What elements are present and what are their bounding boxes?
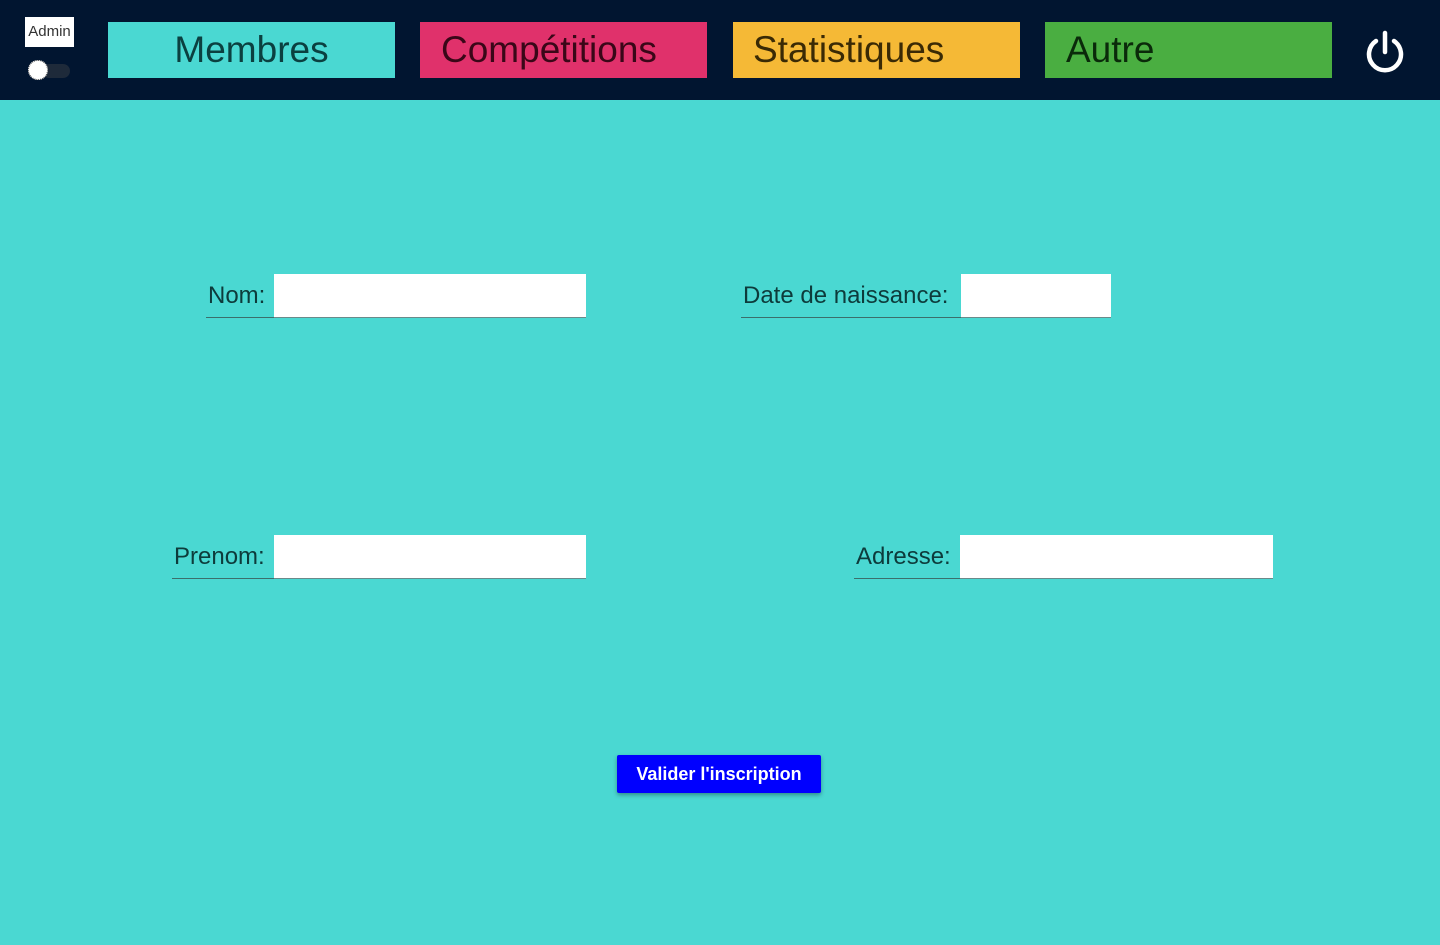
admin-toggle[interactable] (28, 60, 72, 82)
date-naissance-label: Date de naissance: (741, 274, 961, 318)
nom-label: Nom: (206, 274, 274, 318)
adresse-input[interactable] (960, 535, 1273, 579)
nav-competitions-button[interactable]: Compétitions (420, 22, 707, 78)
prenom-label: Prenom: (172, 535, 274, 579)
date-naissance-input[interactable] (961, 274, 1111, 318)
nom-input[interactable] (274, 274, 586, 318)
nav-membres-button[interactable]: Membres (108, 22, 395, 78)
toggle-knob[interactable] (28, 60, 48, 80)
nav-autre-button[interactable]: Autre (1045, 22, 1332, 78)
top-navigation-bar: Admin Membres Compétitions Statistiques … (0, 0, 1440, 100)
nav-statistiques-button[interactable]: Statistiques (733, 22, 1020, 78)
admin-label: Admin (25, 17, 74, 47)
adresse-label: Adresse: (854, 535, 960, 579)
prenom-input[interactable] (274, 535, 586, 579)
power-icon[interactable] (1362, 30, 1408, 76)
valider-inscription-button[interactable]: Valider l'inscription (617, 755, 821, 793)
